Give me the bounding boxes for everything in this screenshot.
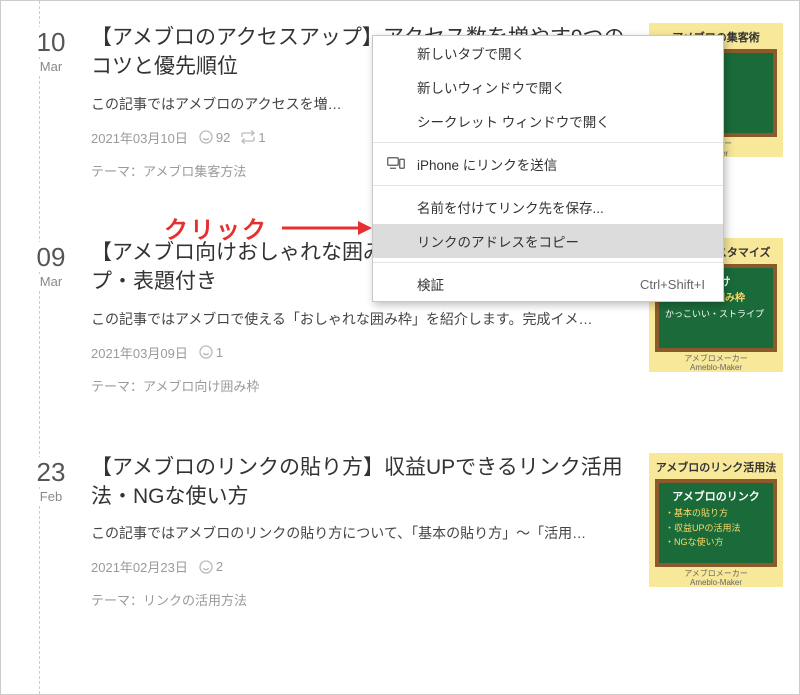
ctx-shortcut: Ctrl+Shift+I — [640, 277, 705, 292]
reblog-count: 1 — [258, 130, 265, 145]
thumb-footer: アメブロメーカー Ameblo-Maker — [655, 354, 777, 373]
ctx-open-new-tab[interactable]: 新しいタブで開く — [373, 36, 723, 70]
date-day: 23 — [37, 457, 66, 487]
post-excerpt: この記事ではアメブロで使える「おしゃれな囲み枠」を紹介します。完成イメ… — [91, 309, 639, 329]
theme-name: リンクの活用方法 — [143, 593, 247, 608]
like-icon[interactable]: 2 — [198, 559, 223, 575]
arrow-right-icon — [282, 218, 372, 238]
thumb-row: ・NGな使い方 — [665, 535, 767, 549]
ctx-label: シークレット ウィンドウで開く — [417, 111, 610, 131]
post-date: 10 Mar — [11, 23, 91, 180]
thumb-board: アメブロのリンク ・基本の貼り方 ・収益UPの活用法 ・NGな使い方 — [655, 479, 777, 567]
like-count: 1 — [216, 345, 223, 360]
thumb-row: ・基本の貼り方 — [665, 506, 767, 520]
post-item: 23 Feb 【アメブロのリンクの貼り方】収益UPできるリンク活用法・NGな使い… — [11, 453, 789, 610]
post-excerpt: この記事ではアメブロのリンクの貼り方について、「基本の貼り方」～「活用… — [91, 523, 639, 543]
annotation: クリック — [164, 210, 372, 245]
date-month: Feb — [11, 489, 91, 504]
ctx-label: リンクのアドレスをコピー — [417, 231, 579, 251]
like-icon[interactable]: 1 — [198, 344, 223, 360]
post-theme[interactable]: テーマ：アメブロ向け囲み枠 — [91, 376, 639, 395]
theme-name: アメブロ向け囲み枠 — [143, 379, 259, 394]
post-date-text: 2021年03月10日 — [91, 128, 188, 147]
thumb-footer: アメブロメーカー Ameblo-Maker — [655, 569, 777, 588]
post-meta: 2021年02月23日 2 — [91, 557, 639, 576]
ctx-open-new-window[interactable]: 新しいウィンドウで開く — [373, 70, 723, 104]
like-count: 2 — [216, 559, 223, 574]
ctx-copy-link-address[interactable]: リンクのアドレスをコピー — [373, 224, 723, 258]
ctx-send-to-iphone[interactable]: iPhone にリンクを送信 — [373, 147, 723, 181]
date-month: Mar — [11, 59, 91, 74]
ctx-label: 新しいタブで開く — [417, 43, 525, 63]
devices-icon — [387, 157, 405, 171]
post-meta: 2021年03月09日 1 — [91, 343, 639, 362]
ctx-save-link-as[interactable]: 名前を付けてリンク先を保存... — [373, 190, 723, 224]
like-icon[interactable]: 92 — [198, 129, 230, 145]
context-menu: 新しいタブで開く 新しいウィンドウで開く シークレット ウィンドウで開く iPh… — [372, 35, 724, 302]
thumb-row: アメブロのリンク — [665, 489, 767, 507]
post-date: 09 Mar — [11, 238, 91, 395]
date-day: 09 — [37, 242, 66, 272]
post-date-text: 2021年03月09日 — [91, 343, 188, 362]
post-theme[interactable]: テーマ：リンクの活用方法 — [91, 590, 639, 609]
theme-prefix: テーマ： — [91, 164, 143, 179]
ctx-label: iPhone にリンクを送信 — [417, 154, 557, 174]
ctx-separator — [373, 262, 723, 263]
date-month: Mar — [11, 274, 91, 289]
ctx-inspect[interactable]: 検証 Ctrl+Shift+I — [373, 267, 723, 301]
thumb-header: アメブロのリンク活用法 — [655, 459, 777, 475]
annotation-label: クリック — [164, 210, 268, 245]
ctx-open-incognito[interactable]: シークレット ウィンドウで開く — [373, 104, 723, 138]
ctx-label: 名前を付けてリンク先を保存... — [417, 197, 604, 217]
thumb-row: ・収益UPの活用法 — [665, 521, 767, 535]
ctx-label: 新しいウィンドウで開く — [417, 77, 566, 97]
theme-name: アメブロ集客方法 — [143, 164, 246, 179]
post-title[interactable]: 【アメブロのリンクの貼り方】収益UPできるリンク活用法・NGな使い方 — [91, 453, 639, 512]
ctx-separator — [373, 142, 723, 143]
theme-prefix: テーマ： — [91, 379, 143, 394]
thumb-row: かっこいい・ストライプ — [665, 307, 767, 321]
post-thumbnail[interactable]: アメブロのリンク活用法 アメブロのリンク ・基本の貼り方 ・収益UPの活用法 ・… — [649, 453, 789, 610]
date-day: 10 — [37, 27, 66, 57]
ctx-label: 検証 — [417, 274, 444, 294]
like-count: 92 — [216, 130, 230, 145]
post-date-text: 2021年02月23日 — [91, 557, 188, 576]
reblog-icon[interactable]: 1 — [240, 129, 265, 145]
post-date: 23 Feb — [11, 453, 91, 610]
theme-prefix: テーマ： — [91, 593, 143, 608]
post-content: 【アメブロのリンクの貼り方】収益UPできるリンク活用法・NGな使い方 この記事で… — [91, 453, 649, 610]
ctx-separator — [373, 185, 723, 186]
